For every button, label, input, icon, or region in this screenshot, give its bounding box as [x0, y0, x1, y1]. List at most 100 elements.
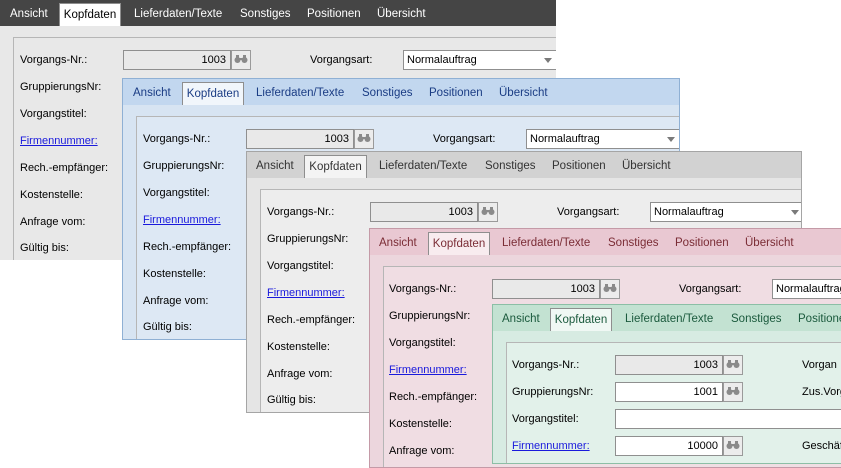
tab-kopfdaten[interactable]: Kopfdaten [59, 3, 121, 26]
firmennummer-link[interactable]: Firmennummer: [512, 440, 590, 452]
label-anfrage: Anfrage vom: [267, 368, 333, 380]
tab-uebersicht[interactable]: Übersicht [377, 3, 426, 26]
vorgangsart-value: Normalauftrag [776, 283, 841, 295]
tab-kopfdaten[interactable]: Kopfdaten [304, 155, 367, 178]
label-rechempfaenger: Rech.-empfänger: [267, 314, 356, 326]
label-vorgangsart: Vorgangsart: [433, 133, 496, 145]
firmennummer-link[interactable]: Firmennummer: [143, 214, 221, 226]
binoculars-icon [357, 133, 371, 146]
tab-positionen[interactable]: Positionen [675, 232, 729, 255]
tab-ansicht[interactable]: Ansicht [256, 155, 294, 178]
form-panel: Vorgangs-Nr.: 1003 Vorgan GruppierungsNr… [506, 342, 841, 463]
label-anfrage: Anfrage vom: [20, 216, 86, 228]
tab-ansicht[interactable]: Ansicht [502, 308, 540, 331]
vorgangsnr-field[interactable]: 1003 [123, 50, 231, 70]
tab-positionen[interactable]: Positionen [307, 3, 361, 26]
vorgangsart-select[interactable]: Normalauftrag [650, 202, 801, 222]
vorgangsnr-field[interactable]: 1003 [615, 355, 723, 375]
tab-bar: Ansicht Kopfdaten Lieferdaten/Texte Sons… [493, 305, 841, 331]
tab-ansicht[interactable]: Ansicht [10, 3, 48, 26]
lookup-button[interactable] [723, 436, 743, 456]
label-rechempfaenger: Rech.-empfänger: [143, 241, 232, 253]
tab-bar: Ansicht Kopfdaten Lieferdaten/Texte Sons… [370, 229, 841, 255]
label-zusvorg-cut: Zus.Vorg [802, 386, 841, 398]
label-vorgangsnr: Vorgangs-Nr.: [267, 206, 335, 218]
firmennummer-link[interactable]: Firmennummer: [389, 364, 467, 376]
form-body: Vorgangs-Nr.: 1003 Vorgan GruppierungsNr… [493, 331, 841, 463]
label-rechempfaenger: Rech.-empfänger: [389, 391, 478, 403]
tab-kopfdaten[interactable]: Kopfdaten [182, 82, 244, 105]
binoculars-icon [234, 54, 248, 67]
tab-lieferdaten[interactable]: Lieferdaten/Texte [134, 3, 222, 26]
lookup-button[interactable] [723, 355, 743, 375]
tab-positionen[interactable]: Positionen [552, 155, 606, 178]
firmennummer-link[interactable]: Firmennummer: [267, 287, 345, 299]
vorgangsart-value: Normalauftrag [530, 133, 600, 145]
label-anfrage: Anfrage vom: [389, 445, 455, 457]
label-anfrage: Anfrage vom: [143, 295, 209, 307]
tab-sonstiges[interactable]: Sonstiges [731, 308, 782, 331]
tab-lieferdaten[interactable]: Lieferdaten/Texte [256, 82, 344, 105]
label-vorgangsnr: Vorgangs-Nr.: [20, 54, 88, 66]
tab-kopfdaten[interactable]: Kopfdaten [428, 232, 490, 255]
binoculars-icon [726, 359, 740, 372]
label-gruppierungsnr: GruppierungsNr: [20, 81, 102, 93]
gruppierungsnr-field[interactable]: 1001 [615, 382, 723, 402]
tab-sonstiges[interactable]: Sonstiges [240, 3, 291, 26]
label-vorgangstitel: Vorgangstitel: [389, 337, 456, 349]
tab-bar: Ansicht Kopfdaten Lieferdaten/Texte Sons… [0, 0, 556, 26]
tab-lieferdaten[interactable]: Lieferdaten/Texte [625, 308, 713, 331]
label-vorgangsart-cut: Vorgan [802, 359, 837, 371]
tab-kopfdaten[interactable]: Kopfdaten [550, 308, 612, 331]
label-gruppierungsnr: GruppierungsNr: [389, 310, 471, 322]
label-rechempfaenger: Rech.-empfänger: [20, 162, 109, 174]
tab-sonstiges[interactable]: Sonstiges [485, 155, 536, 178]
label-vorgangstitel: Vorgangstitel: [143, 187, 210, 199]
tab-lieferdaten[interactable]: Lieferdaten/Texte [379, 155, 467, 178]
label-gruppierungsnr: GruppierungsNr: [267, 233, 349, 245]
label-vorgangsnr: Vorgangs-Nr.: [143, 133, 211, 145]
firmennummer-field[interactable]: 10000 [615, 436, 723, 456]
label-vorgangsnr: Vorgangs-Nr.: [389, 283, 457, 295]
tab-bar: Ansicht Kopfdaten Lieferdaten/Texte Sons… [123, 79, 679, 105]
chevron-down-icon [791, 210, 799, 215]
tab-sonstiges[interactable]: Sonstiges [608, 232, 659, 255]
label-gruppierungsnr: GruppierungsNr: [143, 160, 225, 172]
firmennummer-link[interactable]: Firmennummer: [20, 135, 98, 147]
vorgangsart-select[interactable]: Normalauftrag [403, 50, 556, 70]
tab-ansicht[interactable]: Ansicht [379, 232, 417, 255]
tab-uebersicht[interactable]: Übersicht [622, 155, 671, 178]
label-kostenstelle: Kostenstelle: [389, 418, 452, 430]
vorgangstitel-field[interactable] [615, 409, 841, 429]
lookup-button[interactable] [478, 202, 498, 222]
label-gueltig: Gültig bis: [267, 394, 316, 406]
lookup-button[interactable] [354, 129, 374, 149]
vorgangsart-select[interactable]: Normalauftrag [526, 129, 679, 149]
vorgangsnr-field[interactable]: 1003 [246, 129, 354, 149]
binoculars-icon [603, 283, 617, 296]
tab-positionen[interactable]: Positionen [429, 82, 483, 105]
label-kostenstelle: Kostenstelle: [267, 341, 330, 353]
tab-lieferdaten[interactable]: Lieferdaten/Texte [502, 232, 590, 255]
label-kostenstelle: Kostenstelle: [143, 268, 206, 280]
tab-uebersicht[interactable]: Übersicht [745, 232, 794, 255]
chevron-down-icon [544, 58, 552, 63]
tab-ansicht[interactable]: Ansicht [133, 82, 171, 105]
label-vorgangsart: Vorgangsart: [557, 206, 620, 218]
lookup-button[interactable] [600, 279, 620, 299]
tab-bar: Ansicht Kopfdaten Lieferdaten/Texte Sons… [247, 152, 801, 178]
tab-sonstiges[interactable]: Sonstiges [362, 82, 413, 105]
window-mint-theme: Ansicht Kopfdaten Lieferdaten/Texte Sons… [492, 304, 841, 464]
binoculars-icon [726, 386, 740, 399]
tab-positionen[interactable]: Positionen [798, 308, 841, 331]
vorgangsart-select[interactable]: Normalauftrag [772, 279, 841, 299]
vorgangsart-value: Normalauftrag [407, 54, 477, 66]
label-vorgangstitel: Vorgangstitel: [512, 413, 579, 425]
label-gueltig: Gültig bis: [20, 242, 69, 254]
vorgangsnr-field[interactable]: 1003 [492, 279, 600, 299]
vorgangsnr-field[interactable]: 1003 [370, 202, 478, 222]
lookup-button[interactable] [231, 50, 251, 70]
tab-uebersicht[interactable]: Übersicht [499, 82, 548, 105]
lookup-button[interactable] [723, 382, 743, 402]
label-vorgangstitel: Vorgangstitel: [267, 260, 334, 272]
